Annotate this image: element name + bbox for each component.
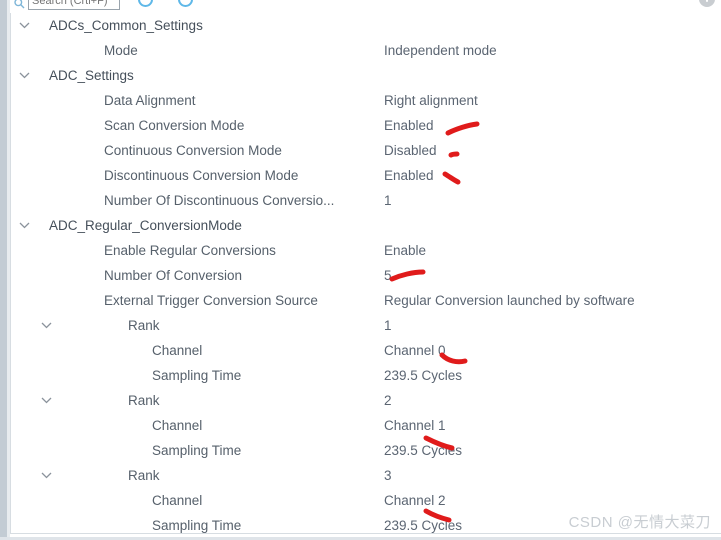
refresh-circle-icon[interactable] — [138, 0, 153, 7]
tree-row[interactable]: Continuous Conversion Mode Disabled — [11, 138, 721, 163]
tree-row[interactable]: Enable Regular Conversions Enable — [11, 238, 721, 263]
search-input[interactable] — [28, 0, 120, 10]
parameter-tree[interactable]: ADCs_Common_Settings Mode Independent mode… — [11, 13, 721, 533]
tree-row-label: Channel — [152, 418, 203, 433]
tree-row-value[interactable]: Enable — [384, 238, 426, 263]
tree-row-label: Number Of Discontinuous Conversio... — [104, 193, 335, 208]
chevron-down-icon[interactable] — [39, 463, 53, 488]
tree-row[interactable]: ADC_Regular_ConversionMode — [11, 213, 721, 238]
tree-row-value[interactable]: 239.5 Cycles — [384, 363, 462, 388]
chevron-down-icon[interactable] — [17, 13, 31, 38]
tree-row-value[interactable]: 239.5 Cycles — [384, 438, 462, 463]
info-icon[interactable] — [699, 0, 715, 7]
tree-row[interactable]: Rank 2 — [11, 388, 721, 413]
tree-row-label: Number Of Conversion — [104, 268, 243, 283]
panel-splitter[interactable] — [0, 0, 7, 540]
tree-row-label: Channel — [152, 493, 203, 508]
tree-row-value[interactable]: 5 — [384, 263, 392, 288]
tree-row-label: Continuous Conversion Mode — [104, 143, 282, 158]
tree-row-label: Data Alignment — [104, 93, 196, 108]
chevron-down-icon[interactable] — [17, 213, 31, 238]
tree-row-value[interactable]: Enabled — [384, 113, 434, 138]
tree-row-label: Sampling Time — [152, 368, 242, 383]
tree-row-value[interactable]: Channel 2 — [384, 488, 446, 513]
tree-row[interactable]: Channel Channel 0 — [11, 338, 721, 363]
tree-row-value[interactable]: Channel 1 — [384, 413, 446, 438]
tree-row-label: ADC_Regular_ConversionMode — [49, 218, 242, 233]
tree-row[interactable]: Rank 3 — [11, 463, 721, 488]
tree-row[interactable]: ADCs_Common_Settings — [11, 13, 721, 38]
tree-row-label: Sampling Time — [152, 443, 242, 458]
tree-row[interactable]: Sampling Time 239.5 Cycles — [11, 438, 721, 463]
tree-row-label: Scan Conversion Mode — [104, 118, 245, 133]
chevron-down-icon[interactable] — [17, 63, 31, 88]
tree-row[interactable]: Data Alignment Right alignment — [11, 88, 721, 113]
tree-row-value[interactable]: Right alignment — [384, 88, 478, 113]
tree-row-label: Discontinuous Conversion Mode — [104, 168, 299, 183]
watermark: CSDN @无情大菜刀 — [568, 514, 711, 531]
tree-row[interactable]: Sampling Time 239.5 Cycles — [11, 363, 721, 388]
tree-row[interactable]: Channel Channel 1 — [11, 413, 721, 438]
tree-row[interactable]: Number Of Conversion 5 — [11, 263, 721, 288]
adc-configuration-panel: ADCs_Common_Settings Mode Independent mode… — [0, 0, 721, 540]
tree-row[interactable]: ADC_Settings — [11, 63, 721, 88]
tree-row-value[interactable]: Enabled — [384, 163, 434, 188]
tree-row-label: Mode — [104, 43, 138, 58]
chevron-down-icon[interactable] — [39, 388, 53, 413]
refresh-circle-icon-2[interactable] — [178, 0, 193, 7]
tree-row[interactable]: Number Of Discontinuous Conversio... 1 — [11, 188, 721, 213]
search-area — [12, 0, 122, 12]
tree-row[interactable]: Scan Conversion Mode Enabled — [11, 113, 721, 138]
tree-row[interactable]: External Trigger Conversion Source Regula… — [11, 288, 721, 313]
tree-row-value[interactable]: 1 — [384, 313, 392, 338]
tree-row-label: Enable Regular Conversions — [104, 243, 276, 258]
tree-row-label: External Trigger Conversion Source — [104, 293, 318, 308]
tree-row-label: Rank — [128, 393, 160, 408]
tree-row[interactable]: Channel Channel 2 — [11, 488, 721, 513]
tree-row-value[interactable]: 3 — [384, 463, 392, 488]
tree-row-value[interactable]: Disabled — [384, 138, 437, 163]
tree-row-label: Rank — [128, 318, 160, 333]
tree-row-value[interactable]: Regular Conversion launched by software — [384, 288, 635, 313]
tree-row-label: ADC_Settings — [49, 68, 134, 83]
search-icon — [14, 0, 25, 9]
tree-row-value[interactable]: Independent mode — [384, 38, 497, 63]
tree-row-label: Channel — [152, 343, 203, 358]
tree-row[interactable]: Rank 1 — [11, 313, 721, 338]
tree-row-value[interactable]: 1 — [384, 188, 392, 213]
tree-row[interactable]: Discontinuous Conversion Mode Enabled — [11, 163, 721, 188]
tree-row-label: Rank — [128, 468, 160, 483]
tree-row-label: ADCs_Common_Settings — [49, 18, 203, 33]
tree-row-value[interactable]: 2 — [384, 388, 392, 413]
tree-row[interactable]: Mode Independent mode — [11, 38, 721, 63]
tree-toolbar — [10, 0, 721, 13]
chevron-down-icon[interactable] — [39, 313, 53, 338]
tree-row-value[interactable]: Channel 0 — [384, 338, 446, 363]
